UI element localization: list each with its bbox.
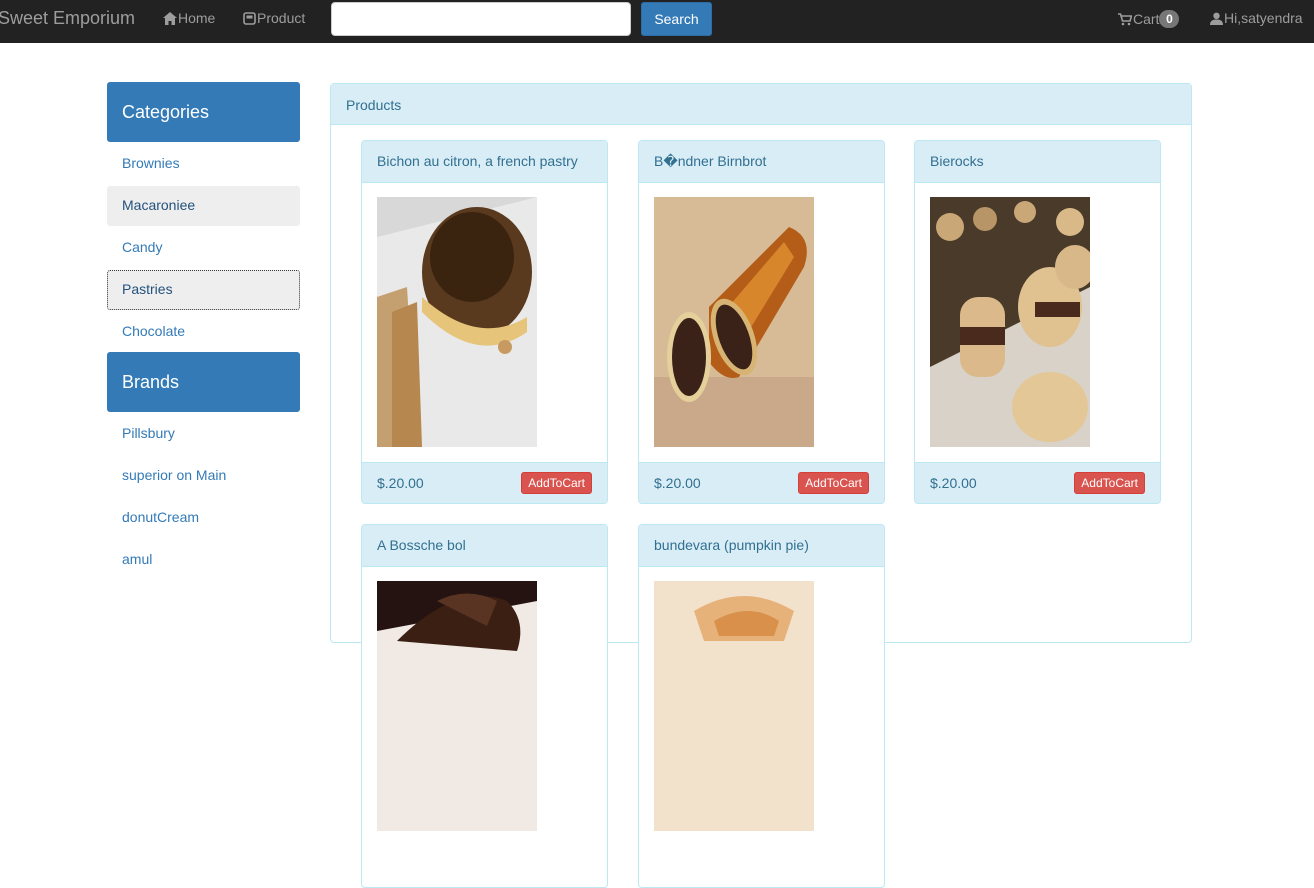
product-name[interactable]: Bierocks [915, 141, 1160, 183]
search-input[interactable] [331, 2, 631, 36]
product-price: $.20.00 [930, 475, 977, 491]
brands-heading: Brands [107, 352, 300, 412]
category-item-brownies[interactable]: Brownies [107, 144, 300, 184]
products-panel-title: Products [331, 84, 1191, 125]
category-item-chocolate[interactable]: Chocolate [107, 312, 300, 352]
product-icon [243, 11, 256, 25]
product-name[interactable]: A Bossche bol [362, 525, 607, 567]
nav-product-link[interactable]: Product [243, 10, 305, 26]
top-navbar: Sweet Emporium Home Product Search Cart … [0, 0, 1314, 43]
category-item-candy[interactable]: Candy [107, 228, 300, 268]
product-image[interactable] [377, 581, 537, 831]
product-image[interactable] [377, 197, 537, 447]
cart-icon [1118, 12, 1132, 25]
product-card: B�ndner Birnbrot $.20.00 AddToCart [638, 140, 885, 504]
product-price: $.20.00 [377, 475, 424, 491]
nav-product-label: Product [257, 10, 306, 26]
brand-item-donutcream[interactable]: donutCream [107, 498, 300, 538]
product-image[interactable] [930, 197, 1090, 447]
search-button[interactable]: Search [641, 2, 712, 36]
user-icon [1210, 12, 1223, 25]
add-to-cart-button[interactable]: AddToCart [521, 472, 592, 494]
product-name[interactable]: Bichon au citron, a french pastry [362, 141, 607, 183]
product-footer: $.20.00 AddToCart [639, 462, 884, 503]
category-item-pastries[interactable]: Pastries [107, 270, 300, 310]
user-menu-link[interactable]: Hi,satyendra [1210, 10, 1303, 26]
brand-logo-text[interactable]: Sweet Emporium [0, 8, 135, 29]
product-image[interactable] [654, 581, 814, 831]
home-icon [163, 11, 177, 25]
cart-link[interactable]: Cart 0 [1118, 10, 1180, 28]
category-item-macaroniee[interactable]: Macaroniee [107, 186, 300, 226]
product-footer: $.20.00 AddToCart [362, 462, 607, 503]
product-name[interactable]: bundevara (pumpkin pie) [639, 525, 884, 567]
product-name[interactable]: B�ndner Birnbrot [639, 141, 884, 183]
nav-home-label: Home [178, 10, 216, 26]
nav-home-link[interactable]: Home [163, 10, 215, 26]
brand-item-amul[interactable]: amul [107, 540, 300, 580]
cart-label: Cart [1133, 11, 1160, 27]
categories-heading: Categories [107, 82, 300, 142]
cart-count-badge: 0 [1159, 10, 1180, 28]
user-greeting: Hi,satyendra [1224, 10, 1303, 26]
add-to-cart-button[interactable]: AddToCart [798, 472, 869, 494]
product-image[interactable] [654, 197, 814, 447]
product-footer: $.20.00 AddToCart [915, 462, 1160, 503]
product-card: Bichon au citron, a french pastry $.20.0… [361, 140, 608, 504]
product-card: bundevara (pumpkin pie) [638, 524, 885, 888]
product-card: A Bossche bol [361, 524, 608, 888]
product-price: $.20.00 [654, 475, 701, 491]
brand-item-pillsbury[interactable]: Pillsbury [107, 414, 300, 454]
brand-item-superior-on-main[interactable]: superior on Main [107, 456, 300, 496]
product-card: Bierocks $.20.00 AddToCart [914, 140, 1161, 504]
add-to-cart-button[interactable]: AddToCart [1074, 472, 1145, 494]
